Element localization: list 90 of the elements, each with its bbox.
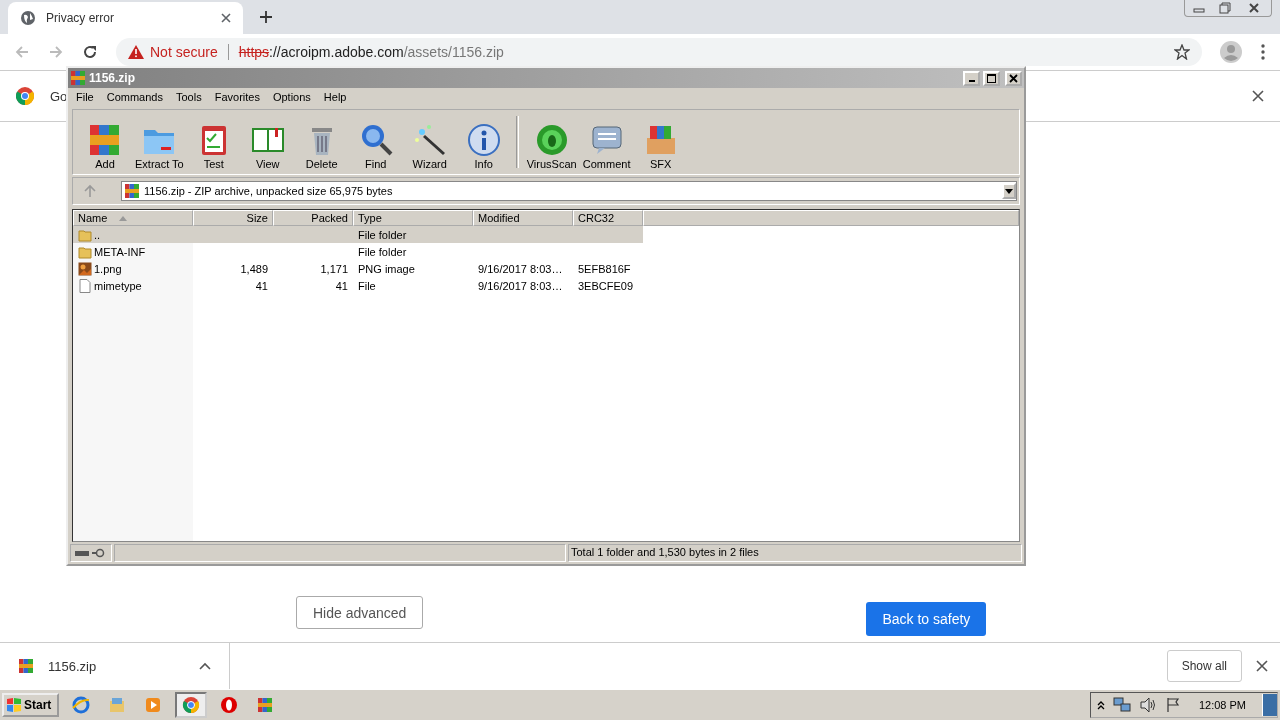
browser-tab[interactable]: Privacy error xyxy=(8,2,243,34)
table-cell: 9/16/2017 8:03… xyxy=(478,279,563,292)
clock[interactable]: 12:08 PM xyxy=(1198,699,1246,711)
toolbar-button[interactable]: Test xyxy=(187,122,240,170)
table-cell: PNG image xyxy=(358,262,415,275)
column-header[interactable]: CRC32 xyxy=(573,210,643,226)
file-row[interactable]: mimetype 41 41 File 9/16/2017 8:03… 3EBCFE09 xyxy=(73,277,643,294)
close-icon[interactable] xyxy=(1252,90,1264,102)
chevron-icon[interactable] xyxy=(199,662,211,670)
close-icon[interactable] xyxy=(221,13,231,23)
menu-item[interactable]: Commands xyxy=(106,91,163,103)
maximize-icon xyxy=(987,73,996,83)
back-to-safety-button[interactable]: Back to safety xyxy=(866,602,987,636)
menu-item[interactable]: Help xyxy=(323,91,347,103)
show-all-button[interactable]: Show all xyxy=(1166,650,1242,682)
table-cell: 3EBCFE09 xyxy=(578,279,634,292)
close-button[interactable] xyxy=(1005,70,1022,86)
toolbar-button[interactable]: View xyxy=(241,122,294,170)
table-cell: META-INF xyxy=(94,245,146,258)
toolbar-button[interactable]: Delete xyxy=(295,122,348,170)
toolbar-button[interactable]: Find xyxy=(349,122,402,170)
toolbar-button[interactable]: Wizard xyxy=(403,122,456,170)
file-row[interactable]: 1.png 1,489 1,171 PNG image 9/16/2017 8:03… 5EFB816F xyxy=(73,260,643,277)
taskbar-chrome-icon[interactable] xyxy=(175,692,208,718)
column-header[interactable]: Size xyxy=(193,210,273,226)
status-text: Total 1 folder and 1,530 bytes in 2 files xyxy=(568,544,1022,562)
menu-item[interactable]: File xyxy=(76,91,94,103)
menu-item[interactable]: Tools xyxy=(176,91,202,103)
tray-arrow-icon[interactable] xyxy=(1096,700,1105,710)
table-cell: File xyxy=(358,279,376,292)
toolbar-button[interactable]: Add xyxy=(79,122,131,170)
column-header[interactable]: Packed xyxy=(273,210,353,226)
archive-icon xyxy=(18,658,34,674)
table-cell: 41 xyxy=(255,279,268,292)
table-cell: 41 xyxy=(335,279,348,292)
network-icon[interactable] xyxy=(1112,697,1131,713)
chrome-logo-icon xyxy=(16,87,34,105)
toolbar-button[interactable]: Extract To xyxy=(133,122,186,170)
file-row[interactable]: META-INF File folder xyxy=(73,243,643,260)
minimize-button[interactable] xyxy=(963,70,980,86)
table-cell: .. xyxy=(94,228,101,241)
dropdown-button[interactable] xyxy=(1002,183,1016,199)
table-cell: 1,489 xyxy=(240,262,268,275)
hide-advanced-button[interactable]: Hide advanced xyxy=(296,596,424,629)
security-label: Not secure xyxy=(150,44,218,60)
url-text: https://acroipm.adobe.com/assets/1156.zip xyxy=(238,44,504,60)
info-icon xyxy=(465,122,502,158)
folder-icon xyxy=(78,244,92,259)
reload-icon[interactable] xyxy=(82,44,98,60)
caret-icon xyxy=(1005,188,1013,194)
speaker-icon[interactable] xyxy=(1138,697,1157,713)
toolbar-button[interactable]: Comment xyxy=(580,122,633,170)
column-header[interactable]: Name xyxy=(73,210,193,226)
table-cell: 1,171 xyxy=(320,262,348,275)
close-icon xyxy=(1009,73,1018,83)
menu-item[interactable]: Favorites xyxy=(214,91,260,103)
new-tab-icon[interactable] xyxy=(259,10,273,24)
file-row[interactable]: .. File folder xyxy=(73,226,643,243)
globe-icon xyxy=(20,10,36,26)
start-button[interactable]: Start xyxy=(2,693,60,717)
toolbar-button[interactable]: SFX xyxy=(634,122,687,170)
star-icon[interactable] xyxy=(1174,44,1190,60)
address-bar[interactable]: Not secure https://acroipm.adobe.com/assets/1156.zip xyxy=(116,38,1202,66)
column-header[interactable]: Type xyxy=(353,210,473,226)
folder-icon xyxy=(78,227,92,242)
menu-item[interactable]: Options xyxy=(272,91,311,103)
table-cell: File folder xyxy=(358,228,407,241)
flag-icon[interactable] xyxy=(1164,697,1181,713)
sort-arrow-icon xyxy=(119,215,128,221)
winrar-icon xyxy=(70,70,86,86)
maximize-button[interactable] xyxy=(983,70,1000,86)
show-desktop-button[interactable] xyxy=(1262,694,1277,716)
table-cell: 5EFB816F xyxy=(578,262,631,275)
table-cell: File folder xyxy=(358,245,407,258)
archive-icon xyxy=(124,183,140,199)
window-title: 1156.zip xyxy=(89,71,136,85)
table-cell: 9/16/2017 8:03… xyxy=(478,262,563,275)
column-header[interactable]: Modified xyxy=(473,210,573,226)
windows-logo-icon xyxy=(6,698,22,712)
file-icon xyxy=(78,278,92,293)
table-cell: mimetype xyxy=(94,279,142,292)
close-icon[interactable] xyxy=(1256,660,1268,672)
path-dropdown[interactable]: 1156.zip - ZIP archive, unpacked size 65,975 bytes xyxy=(121,181,1017,201)
toolbar-button[interactable]: Info xyxy=(457,122,510,170)
drive-key-icon xyxy=(70,544,112,562)
table-cell: 1.png xyxy=(94,262,122,275)
profile-icon[interactable] xyxy=(1220,41,1242,63)
toolbar-button[interactable]: VirusScan xyxy=(524,122,579,170)
menu-icon[interactable] xyxy=(1260,44,1266,60)
warning-icon xyxy=(128,45,144,59)
